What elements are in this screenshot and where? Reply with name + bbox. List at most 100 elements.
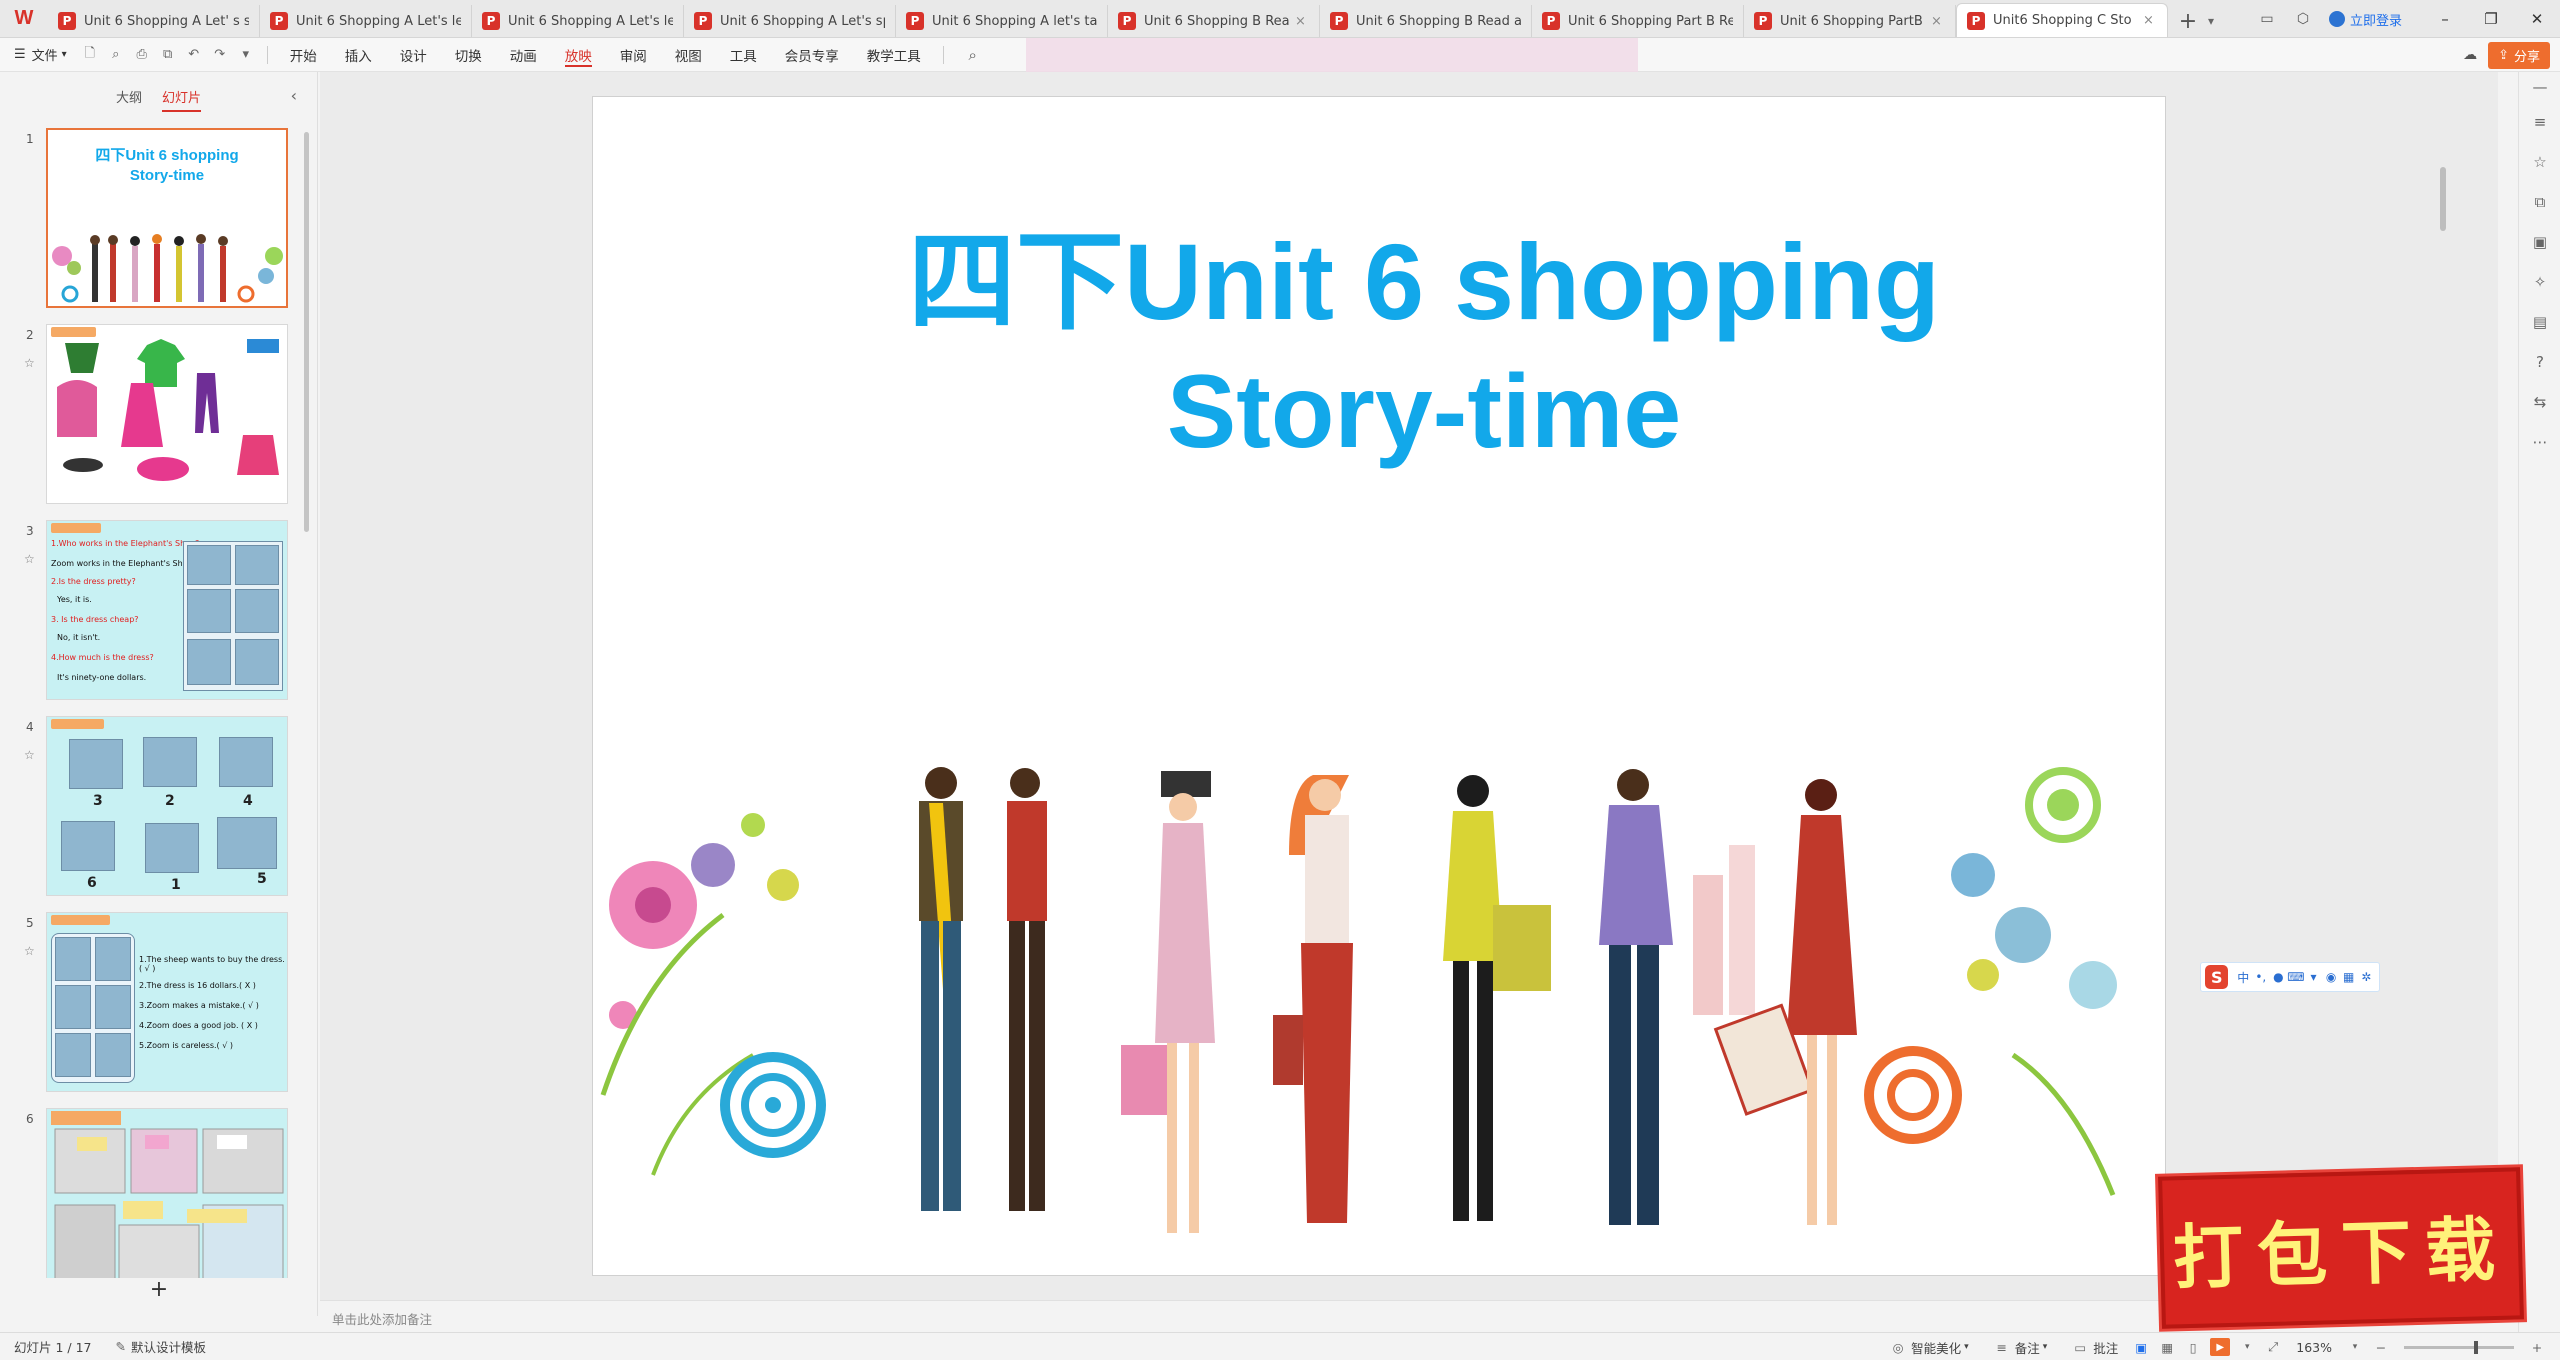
document-tab[interactable]: P Unit 6 Shopping A Let's learn — [260, 5, 472, 37]
slide-thumbnail-3[interactable]: 1.Who works in the Elephant's Shop? Zoom… — [46, 520, 288, 700]
panel-scrollbar[interactable] — [304, 132, 309, 532]
document-tab[interactable]: P Unit 6 Shopping A let's talk l — [896, 5, 1108, 37]
punctuation-icon[interactable]: •, — [2252, 970, 2270, 984]
cube-icon[interactable]: ⬡ — [2285, 0, 2321, 38]
slide-sorter-icon[interactable]: ▦ — [2154, 1340, 2180, 1355]
chevron-down-icon[interactable]: ▾ — [2234, 1342, 2260, 1352]
ribbon-tab[interactable]: 会员专享 — [771, 38, 853, 72]
more-icon[interactable]: ⋯ — [2519, 422, 2560, 462]
skin-icon[interactable]: ▾ — [2305, 970, 2323, 984]
ribbon-tab[interactable]: 视图 — [661, 38, 716, 72]
zoom-slider[interactable] — [2404, 1340, 2514, 1354]
ribbon-tab[interactable]: 审阅 — [606, 38, 661, 72]
document-tab-label: Unit 6 Shopping Part B Read — [1568, 13, 1733, 29]
ribbon-tab[interactable]: 设计 — [386, 38, 441, 72]
ribbon-tab[interactable]: 教学工具 — [853, 38, 935, 72]
window-layout-icon[interactable]: ▭ — [2249, 0, 2285, 38]
tab-slides[interactable]: 幻灯片 — [152, 87, 211, 112]
collapse-panel-icon[interactable]: ‹ — [291, 86, 297, 105]
comments-button[interactable]: ▭ 批注 — [2057, 1338, 2128, 1357]
undo-icon[interactable]: ↶ — [183, 44, 205, 66]
document-tab[interactable]: P Unit 6 Shopping Part B Read — [1532, 5, 1744, 37]
current-slide[interactable]: 四下Unit 6 shopping Story-time — [592, 96, 2166, 1276]
chinese-mode-icon[interactable]: 中 — [2234, 969, 2252, 986]
ribbon-tab[interactable]: 动画 — [496, 38, 551, 72]
document-tab[interactable]: P Unit 6 Shopping A Let's learn — [472, 5, 684, 37]
cloud-sync-icon[interactable]: ☁ — [2452, 36, 2488, 74]
minimize-panel-icon[interactable]: — — [2519, 72, 2560, 102]
design-template-button[interactable]: ✎ 默认设计模板 — [106, 1337, 217, 1356]
magic-tools-icon[interactable]: ✧ — [2519, 262, 2560, 302]
close-window-button[interactable]: ✕ — [2514, 0, 2560, 38]
close-tab-icon[interactable]: × — [2143, 13, 2157, 28]
image-icon[interactable]: ▣ — [2519, 222, 2560, 262]
zoom-slider-knob[interactable] — [2474, 1340, 2478, 1354]
star-icon[interactable]: ☆ — [24, 944, 35, 958]
slide-thumbnail-5[interactable]: 1.The sheep wants to buy the dress.( √ )… — [46, 912, 288, 1092]
add-slide-button[interactable]: + — [0, 1277, 318, 1302]
customize-quick-access-icon[interactable]: ▾ — [235, 44, 257, 66]
copy-icon[interactable]: ⧉ — [2519, 182, 2560, 222]
download-badge[interactable]: 打包下载 — [2158, 1167, 2524, 1329]
zoom-out-icon[interactable]: − — [2368, 1340, 2394, 1355]
slide-title[interactable]: 四下Unit 6 shopping Story-time — [593, 217, 2165, 477]
play-slideshow-icon[interactable]: ▶ — [2210, 1338, 2231, 1356]
print-icon[interactable]: ⎙ — [131, 44, 153, 66]
normal-view-icon[interactable]: ▣ — [2128, 1340, 2154, 1355]
new-file-icon[interactable]: 🗋 — [79, 44, 101, 66]
document-tab[interactable]: P Unit6 Shopping C Sto × — [1956, 3, 2168, 37]
slide-thumbnail-4[interactable]: 3 2 4 6 1 5 — [46, 716, 288, 896]
ribbon-tab[interactable]: 插入 — [331, 38, 386, 72]
share-network-icon[interactable]: ⇆ — [2519, 382, 2560, 422]
zoom-in-icon[interactable]: + — [2524, 1340, 2550, 1355]
star-icon[interactable]: ☆ — [24, 552, 35, 566]
microphone-icon[interactable]: ● — [2270, 970, 2288, 984]
wps-logo[interactable]: W — [0, 0, 48, 37]
login-link[interactable]: 立即登录 — [2321, 10, 2422, 29]
reading-view-icon[interactable]: ▯ — [2180, 1340, 2206, 1355]
slide-thumbnail-2[interactable] — [46, 324, 288, 504]
document-tab[interactable]: P Unit 6 Shopping A Let's spell — [684, 5, 896, 37]
zoom-dropdown-icon[interactable]: ▾ — [2342, 1342, 2368, 1352]
slide-thumbnail-1[interactable]: 四下Unit 6 shopping Story-time — [46, 128, 288, 308]
smart-beautify-button[interactable]: ◎ 智能美化 ▾ — [1875, 1338, 1979, 1357]
zoom-level[interactable]: 163% — [2286, 1340, 2342, 1355]
bookmark-icon[interactable]: ▤ — [2519, 302, 2560, 342]
tab-list-dropdown-icon[interactable]: ▾ — [2208, 5, 2228, 37]
file-menu[interactable]: ☰ 文件 ▾ — [0, 45, 77, 64]
close-tab-icon[interactable]: × — [1931, 14, 1945, 29]
fit-window-icon[interactable]: ⤢ — [2260, 1339, 2286, 1355]
open-file-icon[interactable]: ⌕ — [105, 44, 127, 66]
help-icon[interactable]: ? — [2519, 342, 2560, 382]
minimize-button[interactable]: – — [2422, 0, 2468, 38]
slide-thumbnail-6[interactable] — [46, 1108, 288, 1278]
search-icon[interactable]: ⌕ — [958, 40, 988, 70]
star-icon[interactable]: ☆ — [24, 748, 35, 762]
tab-outline[interactable]: 大纲 — [106, 87, 152, 106]
new-tab-button[interactable]: + — [2168, 5, 2208, 37]
order-number: 1 — [171, 877, 181, 893]
star-icon[interactable]: ☆ — [2519, 142, 2560, 182]
ribbon-tab[interactable]: 放映 — [551, 38, 606, 72]
share-button[interactable]: ⇪ 分享 — [2488, 41, 2550, 69]
document-tab[interactable]: P Unit 6 Shopping PartB Let' × — [1744, 5, 1956, 37]
star-icon[interactable]: ☆ — [24, 356, 35, 370]
ribbon-tab[interactable]: 工具 — [716, 38, 771, 72]
ribbon-tab[interactable]: 开始 — [276, 38, 331, 72]
document-tab[interactable]: P Unit 6 Shopping A Let' s spe — [48, 5, 260, 37]
document-tab[interactable]: P Unit 6 Shopping B Read and — [1320, 5, 1532, 37]
print-preview-icon[interactable]: ⧉ — [157, 44, 179, 66]
vertical-scrollbar[interactable] — [2440, 167, 2446, 231]
ime-toolbar[interactable]: S 中 •, ● ⌨ ▾ ◉ ▦ ✲ — [2200, 962, 2380, 992]
restore-button[interactable]: ❐ — [2468, 0, 2514, 38]
grid-menu-icon[interactable]: ▦ — [2340, 970, 2358, 984]
ribbon-tab[interactable]: 切换 — [441, 38, 496, 72]
settings-sliders-icon[interactable]: ≡ — [2519, 102, 2560, 142]
keyboard-icon[interactable]: ⌨ — [2287, 970, 2305, 984]
notes-button[interactable]: ≡ 备注 ▾ — [1979, 1338, 2058, 1357]
redo-icon[interactable]: ↷ — [209, 44, 231, 66]
game-icon[interactable]: ◉ — [2322, 970, 2340, 984]
document-tab[interactable]: P Unit 6 Shopping B Read a × — [1108, 5, 1320, 37]
ime-settings-icon[interactable]: ✲ — [2357, 970, 2375, 984]
close-tab-icon[interactable]: × — [1295, 14, 1309, 29]
